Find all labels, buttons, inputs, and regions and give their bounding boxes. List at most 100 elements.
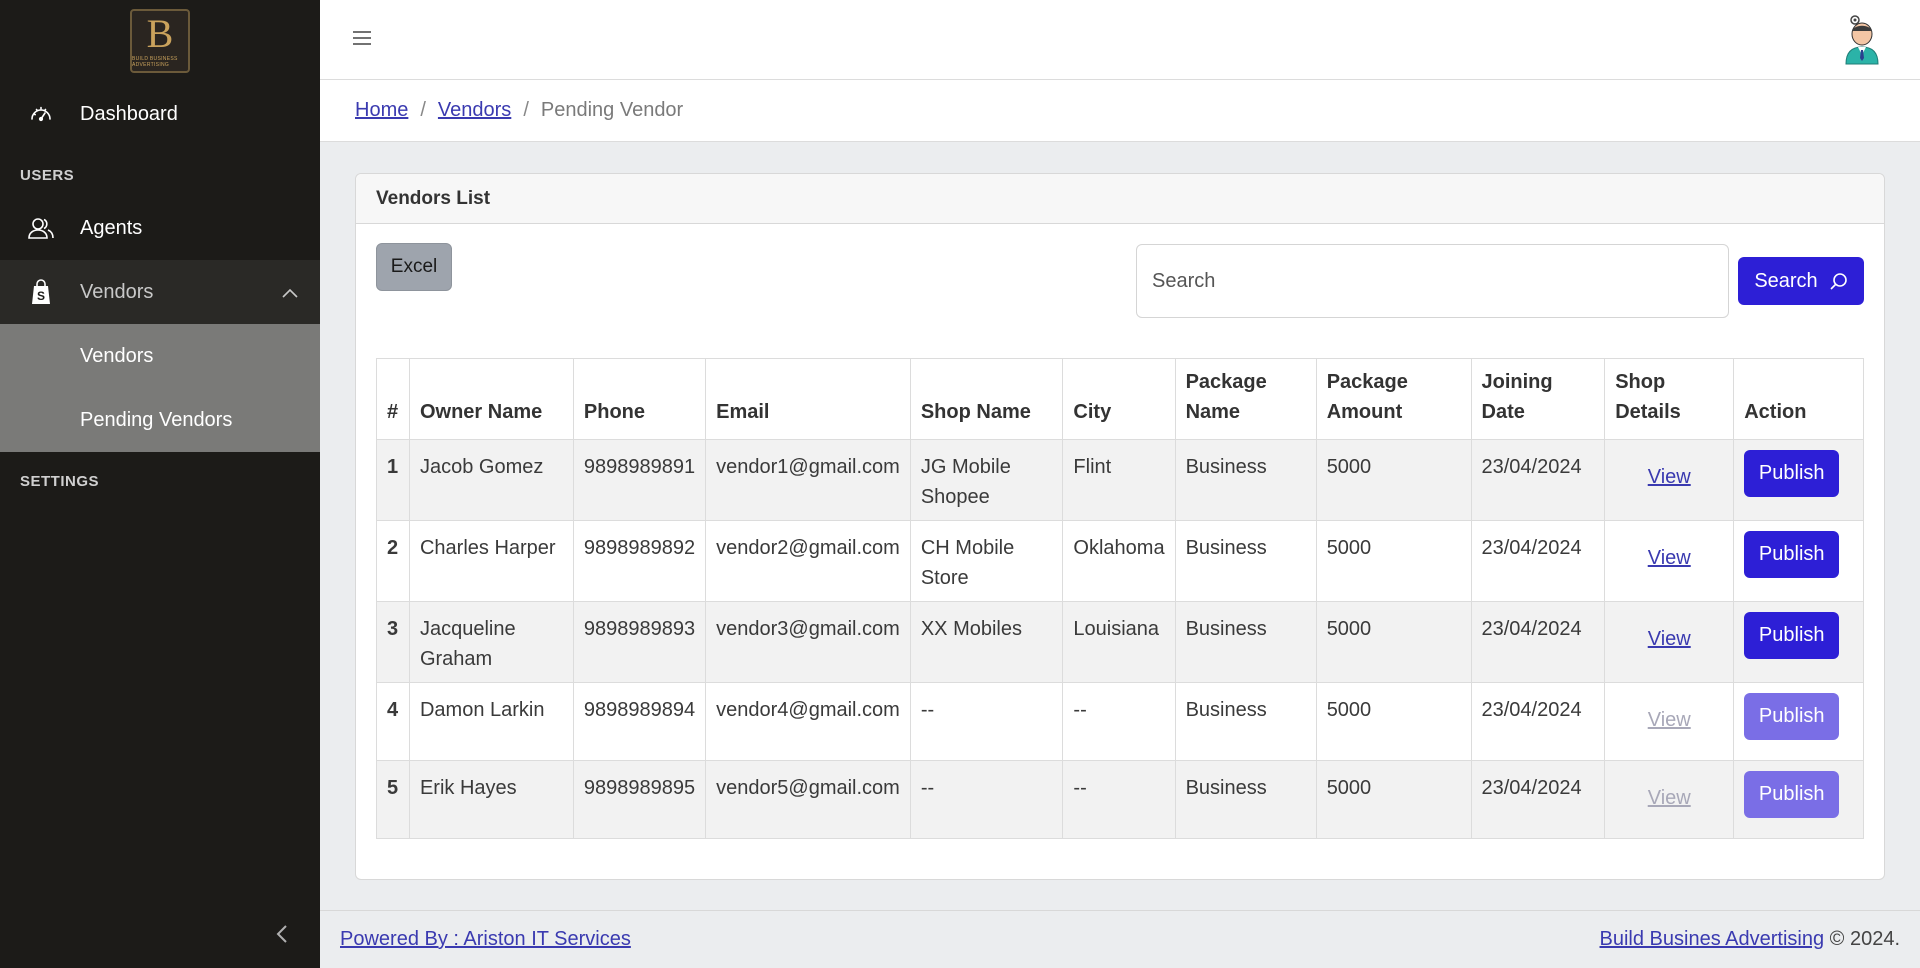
owner-name-cell: Damon Larkin bbox=[408, 682, 574, 761]
search-button[interactable]: Search bbox=[1738, 257, 1864, 305]
city-cell: -- bbox=[1062, 760, 1176, 839]
shop-name-cell: XX Mobiles bbox=[909, 601, 1064, 683]
vendors-list-card: Vendors List Excel Search # Owner Name P… bbox=[355, 173, 1885, 880]
search-input[interactable] bbox=[1136, 244, 1729, 318]
publish-button[interactable]: Publish bbox=[1744, 531, 1840, 578]
column-header: Owner Name bbox=[408, 358, 574, 440]
email-cell: vendor5@gmail.com bbox=[705, 760, 911, 839]
publish-button[interactable]: Publish bbox=[1744, 450, 1840, 497]
owner-name-cell: Jacob Gomez bbox=[408, 439, 574, 521]
table-header-row: # Owner Name Phone Email Shop Name City … bbox=[376, 358, 1864, 440]
breadcrumb-home-link[interactable]: Home bbox=[355, 99, 408, 122]
phone-cell: 9898989893 bbox=[572, 601, 707, 683]
shopping-bag-icon: S bbox=[28, 279, 54, 305]
action-cell: Publish bbox=[1733, 439, 1864, 521]
view-link[interactable]: View bbox=[1648, 628, 1691, 650]
brand-logo[interactable]: B BUILD BUSINESS ADVERTISING bbox=[130, 9, 190, 73]
breadcrumb-current: Pending Vendor bbox=[540, 99, 684, 121]
excel-export-button[interactable]: Excel bbox=[376, 243, 452, 291]
card-title: Vendors List bbox=[356, 174, 1884, 224]
menu-toggle-button[interactable] bbox=[352, 28, 376, 52]
owner-name-cell: Erik Hayes bbox=[408, 760, 574, 839]
sidebar-item-label: Agents bbox=[80, 216, 143, 239]
breadcrumb-vendors-link[interactable]: Vendors bbox=[438, 99, 511, 122]
email-cell: vendor1@gmail.com bbox=[705, 439, 911, 521]
row-number: 4 bbox=[376, 682, 410, 761]
column-header: Email bbox=[705, 358, 911, 440]
footer-right: Build Busines Advertising © 2024. bbox=[1600, 928, 1900, 951]
shop-name-cell: -- bbox=[909, 682, 1064, 761]
package-amount-cell: 5000 bbox=[1315, 520, 1472, 602]
column-header: Shop Details bbox=[1604, 358, 1735, 440]
view-link-disabled: View bbox=[1647, 709, 1691, 731]
row-number: 3 bbox=[376, 601, 410, 683]
column-header: Action bbox=[1733, 358, 1864, 440]
phone-cell: 9898989894 bbox=[572, 682, 707, 761]
vendors-table: # Owner Name Phone Email Shop Name City … bbox=[376, 358, 1864, 839]
publish-button-disabled: Publish bbox=[1744, 693, 1840, 740]
user-avatar[interactable] bbox=[1842, 14, 1882, 66]
hamburger-icon bbox=[353, 31, 371, 45]
breadcrumb-separator: / bbox=[420, 99, 426, 121]
shop-details-cell: View bbox=[1604, 760, 1735, 839]
table-row: 3 Jacqueline Graham 9898989893 vendor3@g… bbox=[376, 601, 1864, 683]
view-link[interactable]: View bbox=[1648, 547, 1691, 569]
package-name-cell: Business bbox=[1174, 520, 1317, 602]
city-cell: Oklahoma bbox=[1062, 520, 1176, 602]
action-cell: Publish bbox=[1733, 760, 1864, 839]
package-amount-cell: 5000 bbox=[1315, 601, 1472, 683]
logo-letter: B bbox=[146, 11, 174, 56]
vendors-submenu: Vendors Pending Vendors bbox=[0, 324, 320, 452]
email-cell: vendor2@gmail.com bbox=[705, 520, 911, 602]
avatar-icon bbox=[1845, 15, 1879, 65]
table-row: 1 Jacob Gomez 9898989891 vendor1@gmail.c… bbox=[376, 439, 1864, 521]
view-link[interactable]: View bbox=[1648, 466, 1691, 488]
email-cell: vendor4@gmail.com bbox=[705, 682, 911, 761]
breadcrumb: Home / Vendors / Pending Vendor bbox=[320, 80, 1920, 142]
joining-date-cell: 23/04/2024 bbox=[1470, 439, 1606, 521]
package-name-cell: Business bbox=[1174, 682, 1317, 761]
page-footer: Powered By : Ariston IT Services Build B… bbox=[320, 910, 1920, 968]
users-icon bbox=[28, 215, 54, 241]
city-cell: -- bbox=[1062, 682, 1176, 761]
top-header bbox=[320, 0, 1920, 80]
speedometer-icon bbox=[28, 101, 54, 127]
package-name-cell: Business bbox=[1174, 760, 1317, 839]
brand-footer-link[interactable]: Build Busines Advertising bbox=[1600, 928, 1825, 950]
search-icon bbox=[1830, 273, 1847, 290]
sidebar-item-dashboard[interactable]: Dashboard bbox=[0, 82, 320, 146]
package-name-cell: Business bbox=[1174, 601, 1317, 683]
row-number: 1 bbox=[376, 439, 410, 521]
owner-name-cell: Jacqueline Graham bbox=[408, 601, 574, 683]
section-title-users: USERS bbox=[20, 167, 75, 184]
sidebar-item-label: Dashboard bbox=[80, 102, 178, 125]
view-link-disabled: View bbox=[1647, 787, 1691, 809]
publish-button[interactable]: Publish bbox=[1744, 612, 1840, 659]
sidebar-item-agents[interactable]: Agents bbox=[0, 196, 320, 260]
package-amount-cell: 5000 bbox=[1315, 439, 1472, 521]
package-name-cell: Business bbox=[1174, 439, 1317, 521]
sidebar-subitem-pending-vendors[interactable]: Pending Vendors bbox=[0, 388, 320, 452]
sidebar-item-label: Vendors bbox=[80, 280, 154, 303]
table-row: 2 Charles Harper 9898989892 vendor2@gmai… bbox=[376, 520, 1864, 602]
publish-button-disabled: Publish bbox=[1744, 771, 1840, 818]
shop-name-cell: CH Mobile Store bbox=[909, 520, 1064, 602]
copyright-text: © 2024. bbox=[1829, 928, 1900, 950]
powered-by-link[interactable]: Powered By : Ariston IT Services bbox=[340, 928, 631, 951]
shop-details-cell: View bbox=[1604, 601, 1735, 683]
column-header: Phone bbox=[572, 358, 707, 440]
column-header: Package Amount bbox=[1315, 358, 1472, 440]
joining-date-cell: 23/04/2024 bbox=[1470, 601, 1606, 683]
row-number: 2 bbox=[376, 520, 410, 602]
phone-cell: 9898989892 bbox=[572, 520, 707, 602]
search-button-label: Search bbox=[1754, 269, 1818, 292]
sidebar-subitem-vendors[interactable]: Vendors bbox=[0, 324, 320, 388]
row-number: 5 bbox=[376, 760, 410, 839]
package-amount-cell: 5000 bbox=[1315, 682, 1472, 761]
sidebar-collapse-button[interactable] bbox=[270, 922, 294, 946]
action-cell: Publish bbox=[1733, 682, 1864, 761]
sidebar-item-vendors[interactable]: S Vendors bbox=[0, 260, 320, 324]
shop-name-cell: -- bbox=[909, 760, 1064, 839]
shop-name-cell: JG Mobile Shopee bbox=[909, 439, 1064, 521]
logo-container: B BUILD BUSINESS ADVERTISING bbox=[0, 0, 320, 82]
